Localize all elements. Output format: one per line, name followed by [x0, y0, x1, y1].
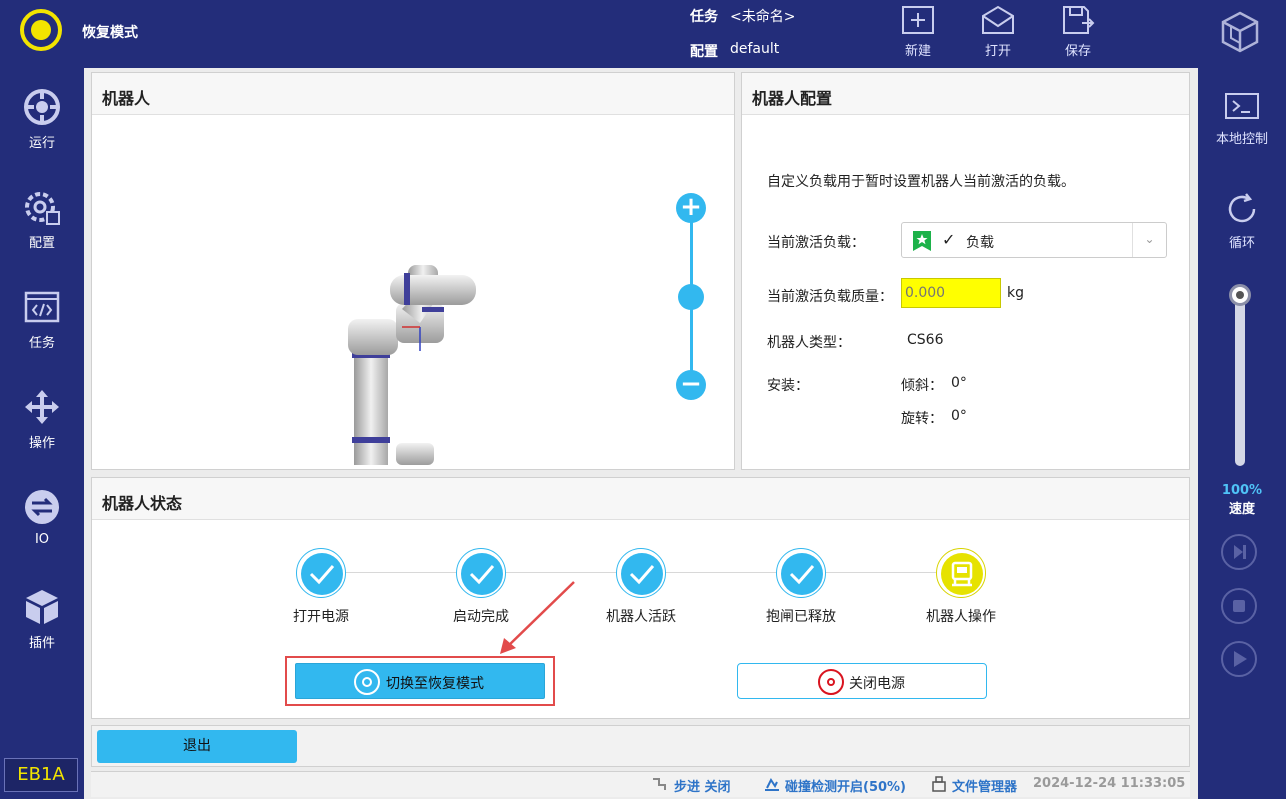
stop-button[interactable]	[1221, 588, 1257, 624]
robot-config-title: 机器人配置	[742, 73, 1189, 115]
tilt-label: 倾斜：	[901, 378, 943, 394]
right-sidebar: 本地控制 循环 100% 速度	[1198, 68, 1286, 799]
open-envelope-icon	[982, 5, 1014, 34]
loop-toggle[interactable]: 循环	[1198, 192, 1286, 251]
local-control-button[interactable]: 本地控制	[1198, 92, 1286, 147]
star-bookmark-icon	[913, 231, 931, 251]
step-forward-icon	[1234, 545, 1246, 559]
check-circle-icon	[789, 565, 815, 585]
zoom-out-button[interactable]: −	[676, 370, 706, 400]
terminal-icon	[1225, 93, 1259, 119]
robot-type-label: 机器人类型：	[767, 335, 851, 351]
robot-3d-model[interactable]	[332, 259, 492, 465]
check-circle-icon	[629, 565, 655, 585]
save-button[interactable]: 保存	[1048, 4, 1108, 64]
nav-io[interactable]: IO	[0, 488, 84, 568]
active-payload-select[interactable]: ✓ 负载 ⌄	[901, 222, 1167, 258]
nav-plugins[interactable]: 插件	[0, 588, 84, 668]
collision-icon	[765, 778, 779, 791]
zoom-slider-handle[interactable]	[678, 284, 704, 310]
status-collision[interactable]: 碰撞检测开启(50%)	[785, 776, 906, 795]
minus-icon: −	[680, 369, 702, 399]
speed-slider-handle[interactable]	[1229, 284, 1251, 306]
new-button[interactable]: 新建	[888, 4, 948, 64]
power-off-button[interactable]: 关闭电源	[737, 663, 987, 699]
top-bar: 恢复模式 任务 <未命名> 配置 default 新建 打开 保存	[0, 0, 1286, 68]
exit-bar: 退出	[91, 725, 1190, 767]
mode-title: 恢复模式	[82, 25, 138, 41]
plugin-cube-icon	[26, 590, 58, 624]
brand-cube-logo	[1221, 11, 1259, 53]
robot-status-panel: 机器人状态 打开电源 启动完成 机器人活跃 抱闸已释放 机器人操作 切换至恢复模…	[91, 477, 1190, 719]
rotation-label: 旋转：	[901, 411, 943, 427]
status-step[interactable]: 步进 关闭	[674, 776, 731, 795]
payload-mass-unit: kg	[1007, 285, 1024, 301]
new-file-icon	[902, 6, 934, 34]
loop-icon	[1228, 193, 1256, 223]
switch-to-recovery-button[interactable]: 切换至恢复模式	[295, 663, 545, 699]
gear-icon	[25, 192, 60, 225]
nav-operate[interactable]: 操作	[0, 388, 84, 468]
robot-operation-icon	[951, 561, 973, 587]
mount-label: 安装：	[767, 378, 809, 394]
file-manager-icon	[932, 776, 946, 792]
step-robot-active: 机器人活跃	[576, 548, 706, 626]
payload-mass-label: 当前激活负载质量：	[767, 289, 893, 305]
run-icon	[24, 89, 60, 125]
robot-status-title: 机器人状态	[92, 478, 1189, 520]
task-label: 任务	[690, 9, 718, 25]
step-brake-released: 抱闸已释放	[736, 548, 866, 626]
step-power-on: 打开电源	[256, 548, 386, 626]
speed-slider-track[interactable]	[1235, 298, 1245, 466]
robot-view-panel: 机器人 + −	[91, 72, 735, 470]
active-payload-label: 当前激活负载：	[767, 235, 865, 251]
zoom-in-button[interactable]: +	[676, 193, 706, 223]
robot-config-panel: 机器人配置 自定义负载用于暂时设置机器人当前激活的负载。 当前激活负载： ✓ 负…	[741, 72, 1190, 470]
payload-description: 自定义负载用于暂时设置机器人当前激活的负载。	[767, 174, 1075, 190]
check-circle-icon	[309, 565, 335, 585]
nav-config[interactable]: 配置	[0, 188, 84, 268]
mode-indicator-icon	[20, 9, 62, 51]
check-icon: ✓	[942, 230, 956, 249]
target-icon	[354, 669, 380, 695]
nav-run[interactable]: 运行	[0, 88, 84, 168]
speed-label: 速度	[1228, 502, 1255, 517]
config-label: 配置	[690, 44, 718, 60]
status-timestamp: 2024-12-24 11:33:05	[1033, 776, 1186, 791]
config-value: default	[730, 41, 780, 57]
chevron-down-icon: ⌄	[1132, 223, 1166, 257]
status-bar: 步进 关闭 碰撞检测开启(50%) 文件管理器 2024-12-24 11:33…	[91, 771, 1190, 797]
play-icon	[1234, 651, 1247, 667]
step-robot-operation: 机器人操作	[896, 548, 1026, 626]
open-button[interactable]: 打开	[968, 4, 1028, 64]
stop-icon	[1233, 600, 1245, 612]
code-window-icon	[24, 291, 60, 323]
status-file-manager[interactable]: 文件管理器	[952, 776, 1017, 795]
move-arrows-icon	[25, 390, 59, 424]
left-sidebar: 运行 配置 任务 操作 IO 插件 EB1A	[0, 68, 84, 799]
exit-button[interactable]: 退出	[97, 730, 297, 763]
step-button[interactable]	[1221, 534, 1257, 570]
save-icon	[1063, 6, 1095, 34]
speed-percent: 100%	[1221, 483, 1263, 498]
annotation-arrow	[500, 581, 575, 654]
step-mode-icon	[653, 778, 666, 790]
plus-icon: +	[680, 192, 702, 222]
task-value: <未命名>	[730, 9, 796, 25]
payload-mass-input[interactable]	[901, 278, 1001, 308]
nav-task[interactable]: 任务	[0, 288, 84, 368]
rotation-value: 0°	[951, 408, 967, 424]
play-button[interactable]	[1221, 641, 1257, 677]
io-exchange-icon	[25, 490, 59, 524]
version-badge: EB1A	[4, 758, 78, 792]
robot-view-title: 机器人	[92, 73, 734, 115]
power-target-icon	[818, 669, 844, 695]
robot-type-value: CS66	[907, 332, 944, 348]
tilt-value: 0°	[951, 375, 967, 391]
